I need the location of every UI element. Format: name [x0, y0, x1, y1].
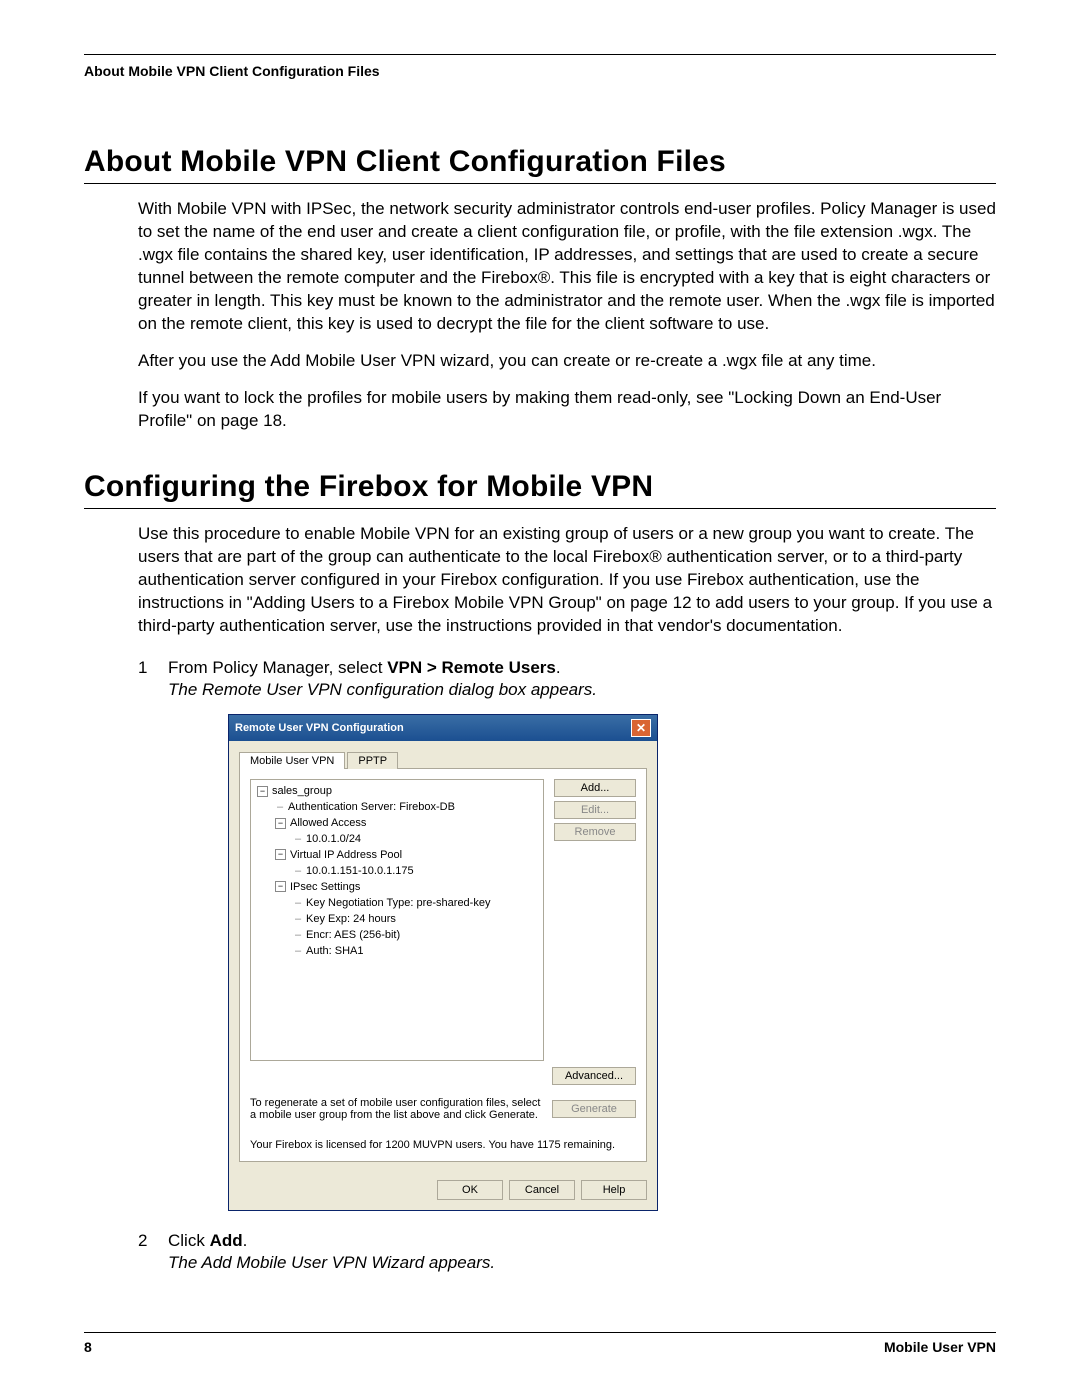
ok-button[interactable]: OK — [437, 1180, 503, 1200]
leaf-icon: – — [293, 912, 303, 928]
tab-mobile-user-vpn[interactable]: Mobile User VPN — [239, 752, 345, 769]
tree-vip-item[interactable]: –10.0.1.151-10.0.1.175 — [293, 864, 539, 880]
group-tree[interactable]: −sales_group –Authentication Server: Fir… — [250, 779, 544, 1061]
tree-ipsec-k2[interactable]: –Key Exp: 24 hours — [293, 912, 539, 928]
step2-text-bold: Add — [210, 1231, 243, 1250]
leaf-icon: – — [293, 864, 303, 880]
minus-icon[interactable]: − — [257, 786, 268, 797]
section1-p2: After you use the Add Mobile User VPN wi… — [138, 350, 996, 373]
remote-user-vpn-dialog: Remote User VPN Configuration ✕ Mobile U… — [228, 714, 658, 1211]
advanced-button[interactable]: Advanced... — [552, 1067, 636, 1085]
section1-p1: With Mobile VPN with IPSec, the network … — [138, 198, 996, 336]
section2-rule — [84, 508, 996, 509]
tree-root[interactable]: −sales_group –Authentication Server: Fir… — [257, 784, 539, 959]
leaf-icon: – — [293, 944, 303, 960]
dialog-tabs: Mobile User VPN PPTP — [239, 751, 647, 769]
step-1: 1 From Policy Manager, select VPN > Remo… — [138, 658, 996, 1211]
step1-number: 1 — [138, 658, 147, 678]
leaf-icon: – — [293, 896, 303, 912]
step2-text-c: . — [243, 1231, 248, 1250]
tree-ipsec-k4[interactable]: –Auth: SHA1 — [293, 944, 539, 960]
minus-icon[interactable]: − — [275, 881, 286, 892]
minus-icon[interactable]: − — [275, 818, 286, 829]
tab-pptp[interactable]: PPTP — [347, 752, 398, 769]
dialog-tabpanel: −sales_group –Authentication Server: Fir… — [239, 769, 647, 1162]
leaf-icon: – — [275, 800, 285, 816]
section2-p1: Use this procedure to enable Mobile VPN … — [138, 523, 996, 638]
section2-title: Configuring the Firebox for Mobile VPN — [84, 470, 996, 504]
step2-number: 2 — [138, 1231, 147, 1251]
section1-body: With Mobile VPN with IPSec, the network … — [138, 198, 996, 432]
tree-allowed[interactable]: −Allowed Access –10.0.1.0/24 — [275, 816, 539, 848]
add-button[interactable]: Add... — [554, 779, 636, 797]
step2-text-a: Click — [168, 1231, 210, 1250]
section1-title: About Mobile VPN Client Configuration Fi… — [84, 145, 996, 179]
step1-text-a: From Policy Manager, select — [168, 658, 387, 677]
page-number: 8 — [84, 1339, 92, 1355]
leaf-icon: – — [293, 832, 303, 848]
running-header: About Mobile VPN Client Configuration Fi… — [84, 63, 996, 79]
cancel-button[interactable]: Cancel — [509, 1180, 575, 1200]
header-rule — [84, 54, 996, 55]
section2-body: Use this procedure to enable Mobile VPN … — [138, 523, 996, 638]
dialog-screenshot: Remote User VPN Configuration ✕ Mobile U… — [228, 714, 996, 1211]
step-2: 2 Click Add. The Add Mobile User VPN Wiz… — [138, 1231, 996, 1273]
leaf-icon: – — [293, 928, 303, 944]
section1-rule — [84, 183, 996, 184]
help-button[interactable]: Help — [581, 1180, 647, 1200]
tree-ipsec[interactable]: −IPsec Settings –Key Negotiation Type: p… — [275, 880, 539, 960]
close-icon[interactable]: ✕ — [631, 719, 651, 737]
page-footer: 8 Mobile User VPN — [84, 1332, 996, 1355]
generate-button[interactable]: Generate — [552, 1100, 636, 1118]
tree-ipsec-k1[interactable]: –Key Negotiation Type: pre-shared-key — [293, 896, 539, 912]
remove-button[interactable]: Remove — [554, 823, 636, 841]
generate-description: To regenerate a set of mobile user confi… — [250, 1097, 544, 1121]
license-text: Your Firebox is licensed for 1200 MUVPN … — [250, 1139, 636, 1151]
step1-note: The Remote User VPN configuration dialog… — [168, 680, 996, 700]
step1-text-bold: VPN > Remote Users — [387, 658, 556, 677]
dialog-title: Remote User VPN Configuration — [235, 722, 404, 734]
step1-text-c: . — [556, 658, 561, 677]
dialog-titlebar: Remote User VPN Configuration ✕ — [229, 715, 657, 741]
minus-icon[interactable]: − — [275, 849, 286, 860]
doc-title: Mobile User VPN — [884, 1339, 996, 1355]
tree-allowed-item[interactable]: –10.0.1.0/24 — [293, 832, 539, 848]
step2-note: The Add Mobile User VPN Wizard appears. — [168, 1253, 996, 1273]
section1-p3: If you want to lock the profiles for mob… — [138, 387, 996, 433]
tree-ipsec-k3[interactable]: –Encr: AES (256-bit) — [293, 928, 539, 944]
tree-vip[interactable]: −Virtual IP Address Pool –10.0.1.151-10.… — [275, 848, 539, 880]
edit-button[interactable]: Edit... — [554, 801, 636, 819]
tree-auth[interactable]: –Authentication Server: Firebox-DB — [275, 800, 539, 816]
